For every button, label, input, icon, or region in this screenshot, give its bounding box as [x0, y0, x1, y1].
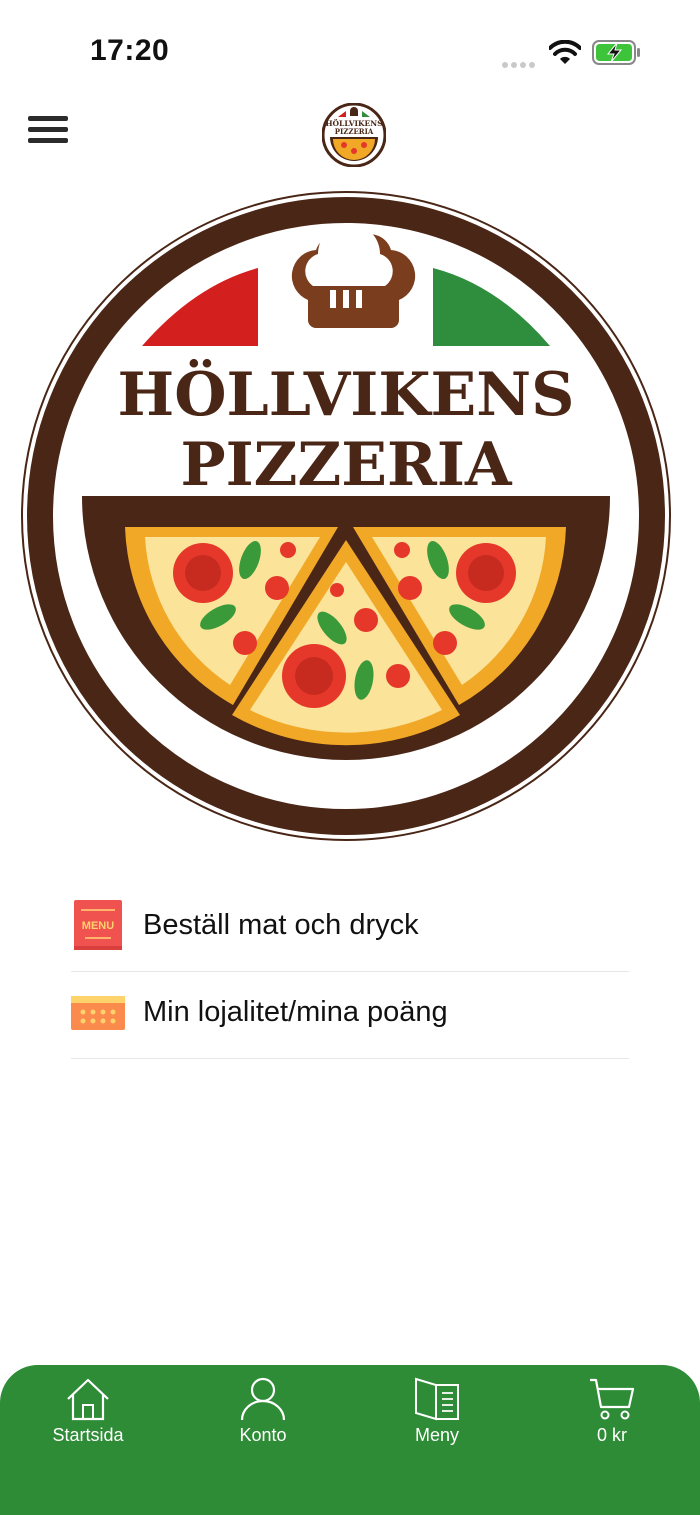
- svg-text:PIZZERIA: PIZZERIA: [335, 127, 374, 136]
- loyalty-card-icon: [71, 996, 125, 1030]
- tab-konto[interactable]: Konto: [203, 1377, 323, 1457]
- account-icon: [240, 1377, 286, 1421]
- tab-cart[interactable]: 0 kr: [552, 1377, 672, 1457]
- cellular-signal-icon: [502, 55, 538, 68]
- status-time: 17:20: [90, 34, 170, 67]
- tab-meny-label: Meny: [414, 1425, 459, 1445]
- order-food-row[interactable]: MENU Beställ mat och dryck: [71, 885, 629, 972]
- pizzeria-logo: HÖLLVIKENS PIZZERIA: [21, 191, 671, 841]
- bottom-tab-bar: Startsida Konto Meny 0 kr: [0, 1365, 700, 1515]
- header-logo[interactable]: HÖLLVIKENS PIZZERIA: [322, 103, 386, 167]
- wifi-icon: [549, 40, 581, 64]
- tab-startsida[interactable]: Startsida: [28, 1377, 148, 1457]
- tab-startsida-label: Startsida: [52, 1425, 124, 1445]
- logo-title-line2: PIZZERIA: [181, 430, 513, 500]
- logo-title-line1: HÖLLVIKENS: [118, 359, 575, 430]
- status-bar: 17:20: [0, 0, 700, 100]
- home-icon: [67, 1378, 109, 1421]
- loyalty-row[interactable]: Min lojalitet/mina poäng: [71, 972, 629, 1059]
- tab-meny[interactable]: Meny: [377, 1377, 497, 1457]
- order-food-label: Beställ mat och dryck: [143, 909, 419, 941]
- battery-charging-icon: [592, 40, 640, 65]
- menu-book-icon: [415, 1377, 459, 1421]
- loyalty-label: Min lojalitet/mina poäng: [143, 996, 448, 1028]
- svg-text:MENU: MENU: [82, 920, 114, 932]
- action-list: MENU Beställ mat och dryck Min lojalitet…: [71, 885, 629, 1059]
- menu-book-icon: MENU: [74, 900, 122, 950]
- cart-icon: [590, 1378, 635, 1420]
- cart-total-label: 0 kr: [596, 1425, 627, 1445]
- tab-konto-label: Konto: [239, 1425, 287, 1445]
- hamburger-menu-icon[interactable]: [28, 116, 70, 148]
